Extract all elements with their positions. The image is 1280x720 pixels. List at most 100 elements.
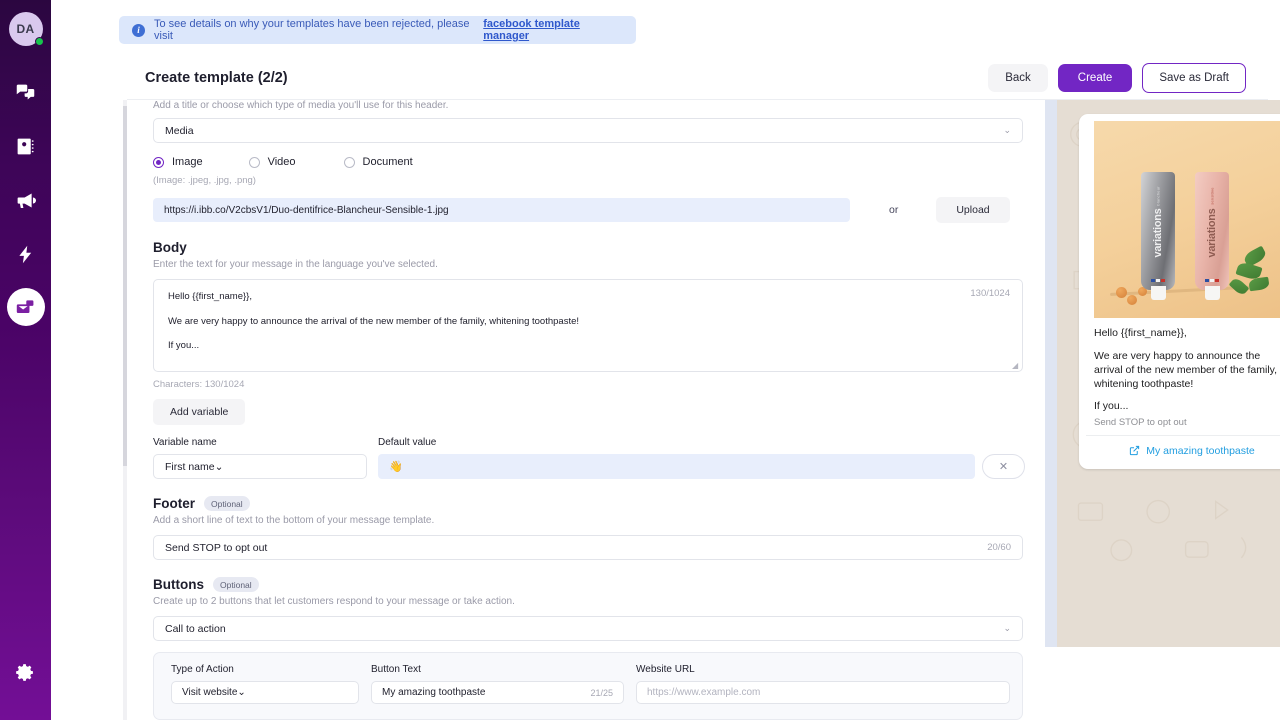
- default-value-label: Default value: [378, 437, 975, 448]
- chevron-down-icon: ⌄: [1003, 623, 1011, 634]
- buttons-title-text: Buttons: [153, 577, 204, 592]
- flag-stripe: [1151, 279, 1165, 282]
- header-section-description: Add a title or choose which type of medi…: [153, 100, 1045, 111]
- preview-cta-wrap: My amazing toothpaste: [1086, 435, 1280, 469]
- body-counter: 130/1024: [970, 288, 1010, 299]
- website-url-input[interactable]: https://www.example.com: [636, 681, 1010, 704]
- buttons-optional-badge: Optional: [213, 577, 259, 592]
- radio-image[interactable]: Image: [153, 156, 203, 168]
- body-line-3: If you...: [168, 341, 1008, 351]
- info-icon: i: [132, 24, 145, 37]
- body-char-count: Characters: 130/1024: [153, 379, 1045, 390]
- radio-image-label: Image: [172, 156, 203, 168]
- radio-video[interactable]: Video: [249, 156, 296, 168]
- mint-leaf: [1229, 276, 1250, 296]
- create-button[interactable]: Create: [1058, 64, 1133, 92]
- footer-input[interactable]: Send STOP to opt out 20/60: [153, 535, 1023, 560]
- footer-title-text: Footer: [153, 496, 195, 511]
- radio-document[interactable]: Document: [344, 156, 413, 168]
- button-text-input[interactable]: My amazing toothpaste 21/25: [371, 681, 624, 704]
- media-format-radios: Image Video Document: [153, 156, 1045, 168]
- chevron-down-icon: ⌄: [215, 461, 224, 473]
- variable-name-select[interactable]: First name ⌄: [153, 454, 367, 479]
- app-root: DA i To see details on why your template…: [0, 0, 1280, 720]
- website-url-group: Website URL https://www.example.com: [636, 664, 1010, 704]
- body-line-1: Hello {{first_name}},: [168, 292, 1008, 302]
- preview-closing: If you...: [1094, 400, 1280, 414]
- format-hint: (Image: .jpeg, .jpg, .png): [153, 175, 1045, 186]
- default-value-input[interactable]: 👋: [378, 454, 975, 479]
- radio-image-control[interactable]: [153, 157, 164, 168]
- body-section-description: Enter the text for your message in the l…: [153, 259, 1045, 270]
- button-type-select[interactable]: Call to action ⌄: [153, 616, 1023, 641]
- media-type-select[interactable]: Media ⌄: [153, 118, 1023, 143]
- radio-document-label: Document: [363, 156, 413, 168]
- body-textarea[interactable]: 130/1024 Hello {{first_name}}, We are ve…: [153, 279, 1023, 372]
- footer-section-description: Add a short line of text to the bottom o…: [153, 515, 1045, 526]
- back-button[interactable]: Back: [988, 64, 1048, 92]
- facebook-template-manager-link[interactable]: facebook template manager: [483, 18, 623, 42]
- online-status-dot: [35, 37, 44, 46]
- preview-gutter: [1045, 100, 1057, 647]
- page-title: Create template (2/2): [145, 70, 288, 86]
- radio-video-label: Video: [268, 156, 296, 168]
- toothpaste-tube-pink: sensitive variations: [1195, 172, 1229, 290]
- variable-row: Variable name First name ⌄ Default value…: [153, 437, 1045, 479]
- tube-cap-pink: [1205, 286, 1220, 300]
- resize-handle-icon[interactable]: ◢: [1012, 361, 1020, 369]
- body-line-2: We are very happy to announce the arriva…: [168, 317, 1008, 327]
- footer-optional-badge: Optional: [204, 496, 250, 511]
- media-type-value: Media: [165, 125, 194, 137]
- or-label: or: [889, 204, 898, 216]
- button-text-value: My amazing toothpaste: [382, 687, 485, 698]
- preview-message-bubble: blancheur variations sensitive variation…: [1079, 114, 1280, 469]
- template-form: Add a title or choose which type of medi…: [127, 100, 1045, 720]
- action-type-select[interactable]: Visit website ⌄: [171, 681, 359, 704]
- chevron-down-icon: ⌄: [1003, 125, 1011, 136]
- lightning-icon: [15, 244, 36, 265]
- preview-cta-label: My amazing toothpaste: [1146, 445, 1255, 457]
- website-url-label: Website URL: [636, 664, 1010, 675]
- button-config-panel: Type of Action Visit website ⌄ Button Te…: [153, 652, 1023, 720]
- sidebar-item-settings[interactable]: [6, 652, 46, 692]
- save-as-draft-button[interactable]: Save as Draft: [1142, 63, 1246, 93]
- action-type-group: Type of Action Visit website ⌄: [171, 664, 359, 704]
- preview-cta-link[interactable]: My amazing toothpaste: [1129, 445, 1255, 457]
- upload-button[interactable]: Upload: [936, 197, 1009, 223]
- remove-variable-button[interactable]: ✕: [982, 454, 1025, 479]
- action-type-label: Type of Action: [171, 664, 359, 675]
- toothpaste-tube-silver: blancheur variations: [1141, 172, 1175, 290]
- preview-product-image: blancheur variations sensitive variation…: [1094, 121, 1280, 318]
- media-url-row: https://i.ibb.co/V2cbsV1/Duo-dentifrice-…: [153, 197, 1045, 223]
- button-text-counter: 21/25: [590, 688, 613, 698]
- external-link-icon: [1129, 445, 1140, 456]
- sidebar: DA: [0, 0, 51, 720]
- contacts-icon: [15, 136, 36, 157]
- avatar[interactable]: DA: [9, 12, 43, 46]
- preview-greeting: Hello {{first_name}},: [1094, 327, 1280, 341]
- chevron-down-icon: ⌄: [237, 687, 245, 698]
- sidebar-item-chats[interactable]: [6, 72, 46, 112]
- tube-pink-brand: sensitive: [1210, 187, 1215, 204]
- footer-counter: 20/60: [987, 542, 1011, 553]
- media-url-input[interactable]: https://i.ibb.co/V2cbsV1/Duo-dentifrice-…: [153, 198, 850, 222]
- sidebar-item-automation[interactable]: [6, 234, 46, 274]
- sidebar-item-templates[interactable]: [7, 288, 45, 326]
- radio-video-control[interactable]: [249, 157, 260, 168]
- variable-name-label: Variable name: [153, 437, 367, 448]
- tube-pink-word: variations: [1206, 209, 1218, 258]
- berry-decoration: [1127, 295, 1137, 305]
- sidebar-item-contacts[interactable]: [6, 126, 46, 166]
- radio-document-control[interactable]: [344, 157, 355, 168]
- tube-silver-word: variations: [1152, 209, 1164, 258]
- header-actions: Back Create Save as Draft: [988, 63, 1246, 93]
- body-title-text: Body: [153, 240, 187, 255]
- body-section-title: Body: [153, 240, 1045, 255]
- action-type-value: Visit website: [182, 687, 237, 698]
- rejection-info-banner: i To see details on why your templates h…: [119, 16, 636, 44]
- sidebar-item-campaigns[interactable]: [6, 180, 46, 220]
- add-variable-button[interactable]: Add variable: [153, 399, 245, 425]
- chats-icon: [15, 82, 36, 103]
- button-text-label: Button Text: [371, 664, 624, 675]
- button-text-group: Button Text My amazing toothpaste 21/25: [371, 664, 624, 704]
